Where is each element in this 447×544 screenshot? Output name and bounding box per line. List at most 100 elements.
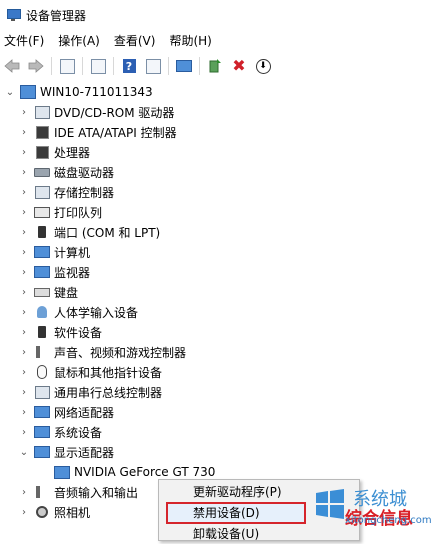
- computer-icon: [20, 84, 36, 100]
- chevron-right-icon[interactable]: ›: [18, 302, 30, 322]
- chevron-down-icon[interactable]: ⌄: [4, 82, 16, 102]
- chevron-right-icon[interactable]: ›: [18, 402, 30, 422]
- chevron-right-icon[interactable]: ›: [18, 202, 30, 222]
- help-icon: ?: [122, 59, 136, 73]
- toolbar-separator: [82, 57, 83, 75]
- chevron-right-icon[interactable]: ›: [18, 182, 30, 202]
- tree-item-ide[interactable]: › IDE ATA/ATAPI 控制器: [18, 122, 177, 142]
- keyboard-icon: [34, 284, 50, 300]
- action-pane-icon: [145, 58, 161, 74]
- chevron-right-icon[interactable]: ›: [18, 382, 30, 402]
- tree-item-network[interactable]: › 网络适配器: [18, 402, 114, 422]
- menu-help[interactable]: 帮助(H): [162, 30, 218, 52]
- ide-controller-icon: [34, 124, 50, 140]
- chevron-right-icon[interactable]: ›: [18, 222, 30, 242]
- toolbar: ? ✖ ⬇: [0, 54, 447, 78]
- chevron-right-icon[interactable]: ›: [18, 282, 30, 302]
- tree-item-audio-io[interactable]: › 音频输入和输出: [18, 482, 138, 502]
- tree-item-camera[interactable]: › 照相机: [18, 502, 90, 522]
- tree-root[interactable]: ⌄ WIN10-711011343: [4, 82, 153, 102]
- camera-icon: [34, 504, 50, 520]
- update-driver-icon: [209, 59, 221, 73]
- update-driver-button[interactable]: [205, 56, 225, 76]
- show-hide-console-tree-button[interactable]: [57, 56, 77, 76]
- enable-device-button[interactable]: ⬇: [253, 56, 273, 76]
- chevron-down-icon[interactable]: ⌄: [18, 442, 30, 462]
- chevron-right-icon[interactable]: ›: [18, 502, 30, 522]
- device-manager-icon: [6, 8, 21, 22]
- chevron-right-icon[interactable]: ›: [18, 242, 30, 262]
- forward-button[interactable]: [26, 56, 46, 76]
- menu-file[interactable]: 文件(F): [0, 30, 51, 52]
- help-button[interactable]: ?: [119, 56, 139, 76]
- menu-action[interactable]: 操作(A): [51, 30, 107, 52]
- scan-hardware-button[interactable]: [174, 56, 194, 76]
- chevron-right-icon[interactable]: ›: [18, 342, 30, 362]
- processor-icon: [34, 144, 50, 160]
- usb-icon: [34, 384, 50, 400]
- properties-button[interactable]: [88, 56, 108, 76]
- tree-item-processor[interactable]: › 处理器: [18, 142, 90, 162]
- toolbar-separator: [113, 57, 114, 75]
- windows-logo-icon: [316, 489, 344, 519]
- mouse-icon: [34, 364, 50, 380]
- chevron-right-icon[interactable]: ›: [18, 322, 30, 342]
- audio-io-icon: [34, 484, 50, 500]
- chevron-right-icon[interactable]: ›: [18, 362, 30, 382]
- chevron-right-icon[interactable]: ›: [18, 422, 30, 442]
- chevron-right-icon[interactable]: ›: [18, 162, 30, 182]
- context-item-uninstall-device[interactable]: 卸载设备(U): [193, 524, 259, 544]
- tree-item-port[interactable]: › 端口 (COM 和 LPT): [18, 222, 160, 242]
- tree-item-computer[interactable]: › 计算机: [18, 242, 90, 262]
- tree-item-printer[interactable]: › 打印队列: [18, 202, 102, 222]
- disk-drive-icon: [34, 164, 50, 180]
- dvd-drive-icon: [34, 104, 50, 120]
- computer-icon: [34, 244, 50, 260]
- tree-item-storage[interactable]: › 存储控制器: [18, 182, 114, 202]
- arrow-right-icon: [28, 59, 44, 73]
- tree-item-software[interactable]: › 软件设备: [18, 322, 102, 342]
- uninstall-button[interactable]: ✖: [229, 56, 249, 76]
- chevron-right-icon[interactable]: ›: [18, 102, 30, 122]
- sound-icon: [34, 344, 50, 360]
- toolbar-separator: [168, 57, 169, 75]
- tree-item-display[interactable]: ⌄ 显示适配器: [18, 442, 114, 462]
- display-adapter-icon: [34, 444, 50, 460]
- tree-item-hid[interactable]: › 人体学输入设备: [18, 302, 138, 322]
- tree-item-usb[interactable]: › 通用串行总线控制器: [18, 382, 162, 402]
- chevron-right-icon[interactable]: ›: [18, 262, 30, 282]
- tree-item-keyboard[interactable]: › 键盘: [18, 282, 78, 302]
- uninstall-x-icon: ✖: [232, 56, 246, 75]
- menu-view[interactable]: 查看(V): [107, 30, 163, 52]
- tree-item-mouse[interactable]: › 鼠标和其他指针设备: [18, 362, 162, 382]
- tree-item-sound[interactable]: › 声音、视频和游戏控制器: [18, 342, 186, 362]
- tree-item-monitor[interactable]: › 监视器: [18, 262, 90, 282]
- system-device-icon: [34, 424, 50, 440]
- toolbar-separator: [199, 57, 200, 75]
- title-bar: 设备管理器: [0, 0, 447, 30]
- port-icon: [34, 224, 50, 240]
- action-pane-button[interactable]: [143, 56, 163, 76]
- tree-item-system[interactable]: › 系统设备: [18, 422, 102, 442]
- chevron-right-icon[interactable]: ›: [18, 482, 30, 502]
- tree-item-disk[interactable]: › 磁盘驱动器: [18, 162, 114, 182]
- chevron-right-icon[interactable]: ›: [18, 142, 30, 162]
- chevron-right-icon[interactable]: ›: [18, 122, 30, 142]
- software-device-icon: [34, 324, 50, 340]
- menu-bar: 文件(F) 操作(A) 查看(V) 帮助(H): [0, 30, 447, 52]
- scan-monitor-icon: [176, 60, 192, 72]
- window-title: 设备管理器: [26, 8, 87, 23]
- context-item-update-driver[interactable]: 更新驱动程序(P): [193, 482, 282, 502]
- arrow-left-icon: [4, 59, 20, 73]
- storage-controller-icon: [34, 184, 50, 200]
- tree-root-label: WIN10-711011343: [40, 85, 153, 99]
- monitor-icon: [34, 264, 50, 280]
- watermark: 系统城 综合信息 xitongcheng.com: [305, 485, 447, 533]
- network-adapter-icon: [34, 404, 50, 420]
- back-button[interactable]: [2, 56, 22, 76]
- watermark-url: xitongcheng.com: [345, 515, 432, 526]
- down-arrow-circle-icon: ⬇: [255, 58, 271, 74]
- context-item-disable-device[interactable]: 禁用设备(D): [193, 503, 260, 523]
- tree-item-dvd[interactable]: › DVD/CD-ROM 驱动器: [18, 102, 174, 122]
- gpu-icon: [54, 464, 70, 480]
